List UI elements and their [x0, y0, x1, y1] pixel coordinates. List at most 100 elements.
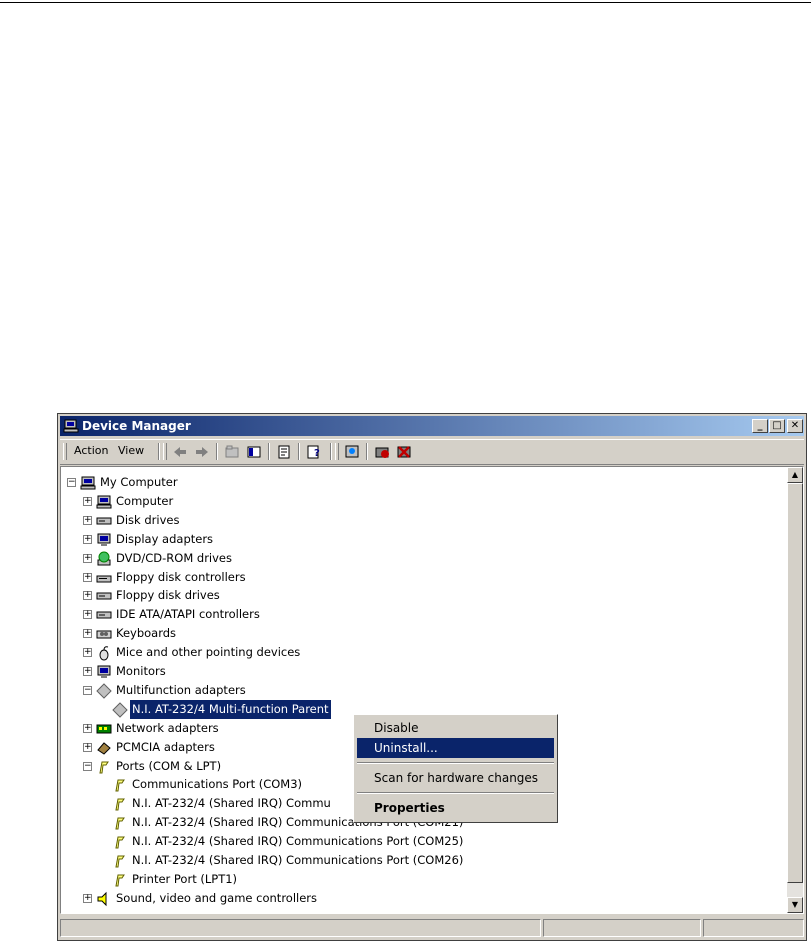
disk-drive-icon [96, 517, 112, 525]
forward-arrow-icon[interactable] [194, 444, 210, 460]
menu-item-properties[interactable]: Properties [357, 798, 554, 818]
tree-item-label: N.I. AT-232/4 (Shared IRQ) Communication… [132, 853, 464, 867]
status-pane-2 [543, 919, 701, 937]
display-adapter-icon [97, 533, 111, 546]
floppy-drive-icon [96, 592, 112, 600]
menu-action[interactable]: Action [74, 444, 108, 457]
tree-item-label: N.I. AT-232/4 Multi-function Parent [129, 698, 332, 720]
tree-item-label: Ports (COM & LPT) [116, 758, 222, 773]
scan-hardware-icon[interactable] [344, 444, 360, 460]
tree-item-label: N.I. AT-232/4 (Shared IRQ) Commu [132, 796, 331, 811]
expand-toggle[interactable]: + [83, 591, 92, 601]
title-bar[interactable]: Device Manager _ □ ✕ [60, 416, 804, 436]
tree-item-label: Display adapters [116, 531, 214, 546]
my-computer-icon [80, 476, 96, 490]
keyboard-icon [96, 630, 112, 639]
device-manager-window: Device Manager _ □ ✕ Action View ? ▲ ▼ −… [57, 413, 807, 941]
scroll-up-button[interactable]: ▲ [787, 467, 803, 483]
tree-item-label: DVD/CD-ROM drives [116, 550, 232, 565]
expand-toggle[interactable]: + [83, 648, 92, 658]
menu-separator [357, 792, 554, 794]
dvd-drive-icon [97, 551, 111, 566]
maximize-button[interactable]: □ [769, 419, 785, 433]
expand-toggle[interactable]: + [83, 893, 92, 903]
menu-separator [357, 762, 554, 764]
close-button[interactable]: ✕ [787, 419, 803, 433]
port-icon [115, 779, 125, 792]
toolbar-grip [63, 443, 67, 460]
expand-toggle[interactable]: − [83, 761, 92, 771]
help-icon[interactable]: ? [306, 444, 322, 460]
network-adapter-icon [96, 724, 112, 734]
tree-item-label: IDE ATA/ATAPI controllers [116, 607, 260, 622]
back-arrow-icon[interactable] [172, 444, 188, 460]
menu-item-disable[interactable]: Disable [357, 718, 554, 738]
top-rule [0, 2, 811, 3]
tree-item-label: Floppy disk controllers [116, 569, 246, 584]
show-hide-tree-icon[interactable] [246, 444, 262, 460]
multifunction-device-icon [112, 702, 128, 718]
window-title: Device Manager [82, 419, 191, 433]
tree-item-label: My Computer [100, 475, 178, 489]
uninstall-device-icon[interactable] [396, 444, 412, 460]
floppy-controller-icon [96, 575, 112, 582]
properties-icon[interactable] [276, 444, 292, 460]
scroll-thumb[interactable] [787, 483, 803, 883]
svg-text:?: ? [314, 448, 320, 459]
minimize-button[interactable]: _ [752, 419, 768, 433]
expand-toggle[interactable]: − [83, 685, 92, 695]
device-tree-pane[interactable]: ▲ ▼ − My Computer + Computer + Disk drives + Di… [60, 466, 804, 914]
expand-toggle[interactable]: + [83, 610, 92, 620]
expand-toggle[interactable]: + [83, 496, 92, 506]
expand-toggle[interactable]: + [83, 629, 92, 639]
expand-toggle[interactable]: + [83, 742, 92, 752]
tree-item-label: Monitors [116, 664, 166, 678]
menu-item-uninstall[interactable]: Uninstall... [357, 738, 554, 758]
context-menu: Disable Uninstall... Scan for hardware c… [353, 714, 558, 823]
monitor-icon [97, 665, 111, 678]
tree-item-label: Floppy disk drives [116, 588, 220, 603]
ide-controller-icon [96, 611, 112, 619]
expand-toggle[interactable]: + [83, 515, 92, 525]
toolbar-separator [268, 443, 270, 460]
tree-item-label: N.I. AT-232/4 (Shared IRQ) Communication… [132, 834, 464, 849]
status-pane-3 [703, 919, 804, 937]
toolbar-separator [216, 443, 218, 460]
disable-device-icon[interactable] [374, 444, 390, 460]
scroll-down-button[interactable]: ▼ [787, 897, 803, 913]
expand-toggle[interactable]: + [83, 667, 92, 676]
port-icon [115, 836, 125, 849]
expand-toggle[interactable]: + [83, 553, 92, 563]
toolbar-grip [163, 443, 167, 460]
mouse-icon [99, 646, 109, 661]
vertical-scrollbar[interactable]: ▲ ▼ [787, 467, 803, 913]
tree-item-label: Computer [116, 493, 174, 508]
menu-item-scan[interactable]: Scan for hardware changes [357, 768, 554, 788]
toolbar-separator [330, 443, 332, 460]
tree-item-label: Printer Port (LPT1) [132, 871, 238, 886]
port-icon [115, 817, 125, 830]
toolbar: Action View ? [60, 439, 804, 465]
menu-view[interactable]: View [118, 444, 144, 457]
computer-icon [96, 495, 112, 509]
tree-item-label: Sound, video and game controllers [116, 890, 318, 905]
computer-manager-icon [63, 419, 79, 433]
tree-item-label: Mice and other pointing devices [116, 645, 301, 660]
tree-item-label: Network adapters [116, 720, 219, 735]
port-icon [115, 798, 125, 811]
expand-toggle[interactable]: + [83, 572, 92, 582]
toolbar-separator [366, 443, 368, 460]
tree-item-label: Communications Port (COM3) [132, 777, 303, 792]
toolbar-separator [158, 443, 160, 460]
up-folder-icon[interactable] [224, 444, 240, 460]
tree-item-label: Multifunction adapters [116, 682, 246, 697]
status-pane-main [60, 919, 541, 937]
toolbar-separator [298, 443, 300, 460]
expand-toggle[interactable]: − [67, 478, 76, 487]
tree-item-label: Keyboards [116, 626, 177, 641]
expand-toggle[interactable]: + [83, 534, 92, 544]
tree-item-label: Disk drives [116, 512, 180, 527]
toolbar-grip [335, 443, 339, 460]
expand-toggle[interactable]: + [83, 723, 92, 733]
port-icon [115, 855, 125, 868]
